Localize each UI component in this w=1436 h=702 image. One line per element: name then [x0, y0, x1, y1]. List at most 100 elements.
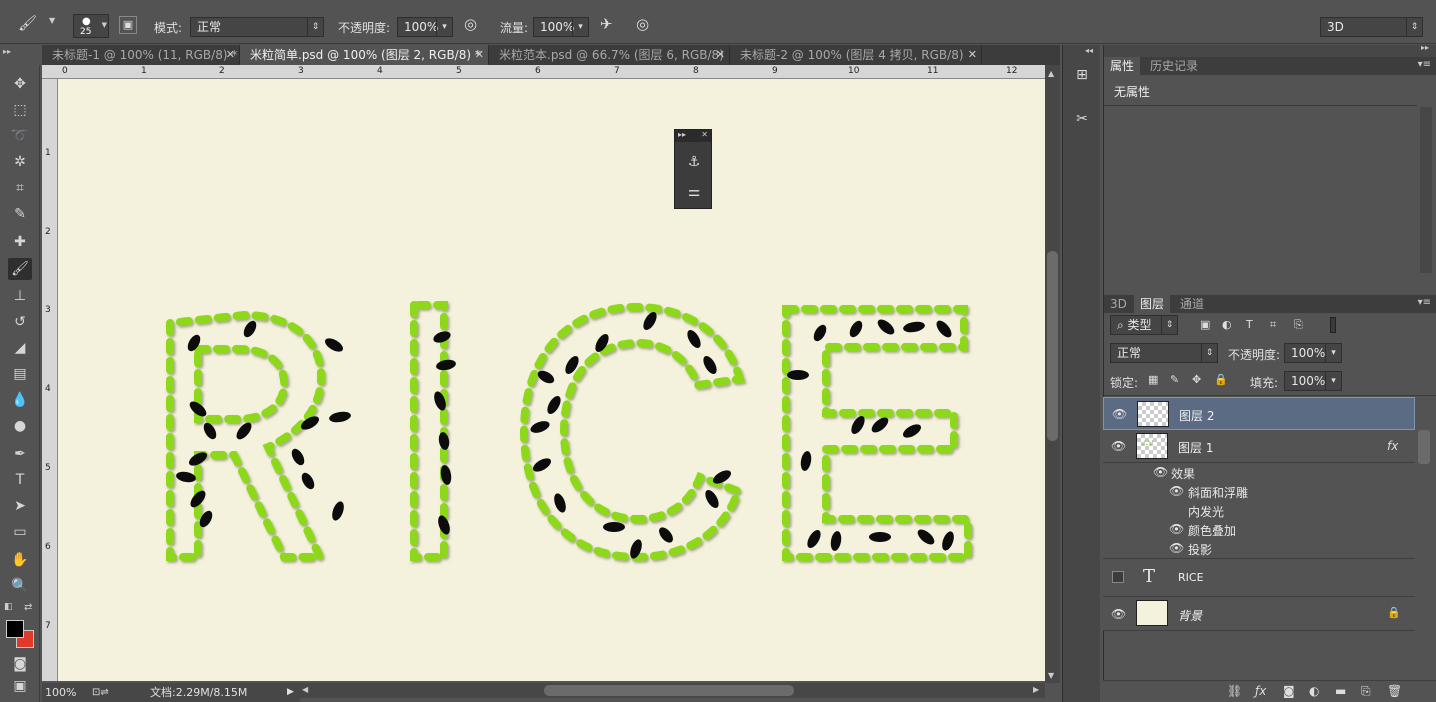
add-style-icon[interactable]: ƒx — [1255, 684, 1266, 698]
horizontal-scrollbar[interactable]: ◀ ▶ — [300, 683, 1045, 698]
filter-shape-icon[interactable]: ⌗ — [1270, 318, 1276, 332]
doc-tab-2[interactable]: 米粒简单.psd @ 100% (图层 2, RGB/8) * ✕ — [240, 45, 489, 65]
visibility-toggle-empty[interactable] — [1112, 571, 1124, 583]
layer-name[interactable]: RICE — [1178, 571, 1204, 584]
lock-position-icon[interactable]: ✥ — [1192, 373, 1201, 386]
link-layers-icon[interactable]: ⛓ — [1227, 684, 1242, 698]
doc-tab-4[interactable]: 未标题-2 @ 100% (图层 4 拷贝, RGB/8) ✕ — [730, 45, 982, 65]
tab-channels[interactable]: 通道 — [1174, 295, 1210, 313]
default-colors-icon[interactable]: ◧ — [4, 602, 13, 612]
screen-mode-icon[interactable]: ▣ — [8, 677, 32, 695]
opacity-input[interactable]: 100% ▾ — [397, 17, 453, 37]
tab-history[interactable]: 历史记录 — [1144, 57, 1204, 75]
tab-properties[interactable]: 属性 — [1104, 57, 1141, 75]
eraser-tool-icon[interactable]: ◢ — [8, 337, 32, 359]
layers-scroll-thumb[interactable] — [1418, 430, 1430, 464]
quick-mask-icon[interactable]: ◙ — [8, 653, 32, 675]
scroll-up-icon[interactable]: ▲ — [1048, 69, 1054, 78]
visibility-eye-icon[interactable]: 👁 — [1111, 607, 1126, 621]
zoom-level[interactable]: 100% — [45, 684, 76, 701]
layer-name[interactable]: 图层 1 — [1178, 439, 1213, 456]
effect-color-overlay[interactable]: 颜色叠加 — [1188, 522, 1236, 539]
flow-input[interactable]: 100% ▾ — [533, 17, 589, 37]
pressure-size-icon[interactable]: ◎ — [636, 15, 656, 35]
layer-name[interactable]: 背景 — [1178, 607, 1202, 624]
tab-layers[interactable]: 图层 — [1134, 295, 1171, 313]
scroll-thumb[interactable] — [1047, 251, 1058, 441]
collapse-icon[interactable]: ▸▸ — [1421, 43, 1429, 52]
visibility-eye-icon[interactable]: 👁 — [1112, 407, 1127, 421]
close-icon[interactable]: ✕ — [716, 45, 725, 65]
effect-inner-glow[interactable]: 内发光 — [1188, 503, 1224, 520]
eyedropper-tool-icon[interactable]: ✎ — [8, 203, 32, 225]
close-icon[interactable]: ✕ — [226, 45, 235, 65]
effect-bevel-emboss[interactable]: 斜面和浮雕 — [1188, 484, 1248, 501]
shape-tool-icon[interactable]: ▭ — [8, 521, 32, 543]
scroll-down-icon[interactable]: ▼ — [1048, 671, 1054, 680]
panel-menu-icon[interactable]: ▾≡ — [1418, 297, 1431, 308]
close-icon[interactable]: ✕ — [968, 45, 977, 65]
effect-drop-shadow[interactable]: 投影 — [1188, 541, 1212, 558]
chevron-down-icon[interactable]: ▾ — [572, 18, 588, 36]
move-tool-icon[interactable]: ✥ — [8, 73, 32, 95]
marquee-tool-icon[interactable]: ⬚ — [8, 99, 32, 121]
doc-tab-1[interactable]: 未标题-1 @ 100% (11, RGB/8) * ✕ — [42, 45, 240, 65]
expand-icon[interactable]: ◂◂ — [1085, 46, 1093, 55]
hand-tool-icon[interactable]: ✋ — [8, 549, 32, 571]
magic-wand-tool-icon[interactable]: ✲ — [8, 151, 32, 173]
brush-size-picker[interactable]: ● 25 ▼ — [73, 14, 109, 38]
brush-panel-toggle-icon[interactable]: ▣ — [119, 16, 137, 34]
foreground-color-swatch[interactable] — [6, 620, 24, 638]
filter-type-icon[interactable]: T — [1246, 318, 1253, 331]
tab-3d[interactable]: 3D — [1104, 295, 1133, 313]
crop-tool-icon[interactable]: ⌗ — [8, 177, 32, 199]
filter-pixel-icon[interactable]: ▣ — [1200, 318, 1210, 331]
status-menu-icon[interactable]: ▶ — [287, 684, 294, 701]
healing-brush-tool-icon[interactable]: ✚ — [8, 231, 32, 253]
brush-settings-icon[interactable]: ⚌ — [684, 184, 704, 204]
brush-tool-icon[interactable]: 🖌 — [18, 14, 44, 32]
tool-preset-dropdown-icon[interactable]: ▼ — [49, 16, 55, 25]
lock-transparency-icon[interactable]: ▦ — [1148, 373, 1158, 386]
gradient-tool-icon[interactable]: ▤ — [8, 363, 32, 385]
collapse-tools-icon[interactable]: ▸▸ — [0, 45, 42, 65]
visibility-eye-icon[interactable]: 👁 — [1153, 465, 1168, 479]
stamp-tool-icon[interactable]: ⊥ — [8, 285, 32, 307]
chevron-down-icon[interactable]: ▾ — [1325, 372, 1341, 390]
layer-opacity-input[interactable]: 100% ▾ — [1284, 343, 1342, 363]
chevron-down-icon[interactable]: ▾ — [436, 18, 452, 36]
chevron-down-icon[interactable]: ▾ — [1325, 344, 1341, 362]
visibility-eye-icon[interactable]: 👁 — [1169, 541, 1184, 555]
lock-pixels-icon[interactable]: ✎ — [1170, 373, 1179, 386]
panel-menu-icon[interactable]: ▾≡ — [1418, 59, 1431, 70]
tools-wrench-icon[interactable]: ✂ — [1072, 111, 1092, 131]
properties-scrollbar[interactable] — [1420, 107, 1432, 273]
blend-mode-select[interactable]: 正常 ⇕ — [1110, 343, 1218, 363]
blur-tool-icon[interactable]: 💧 — [8, 389, 32, 411]
visibility-eye-icon[interactable]: 👁 — [1169, 484, 1184, 498]
layer-row-layer1[interactable]: 👁 ∴∵ 图层 1 fx — [1103, 430, 1415, 463]
pen-tool-icon[interactable]: ✒ — [8, 443, 32, 465]
layer-row-layer2[interactable]: 👁 图层 2 — [1103, 397, 1415, 430]
new-layer-icon[interactable]: ⎘ — [1361, 684, 1371, 699]
filter-smart-object-icon[interactable]: ⎘ — [1294, 318, 1303, 332]
close-icon[interactable]: ✕ — [701, 130, 708, 139]
brush-tool-icon[interactable]: 🖌 — [8, 258, 32, 280]
pressure-opacity-icon[interactable]: ◎ — [464, 15, 484, 35]
layer-comps-icon[interactable]: ⊞ — [1072, 67, 1092, 87]
workspace-select[interactable]: 3D ⇕ — [1320, 17, 1423, 37]
filter-adjustment-icon[interactable]: ◐ — [1222, 318, 1232, 331]
document-canvas[interactable]: ▸▸ ✕ ⚓ ⚌ — [58, 79, 1045, 681]
fill-input[interactable]: 100% ▾ — [1284, 371, 1342, 391]
scroll-right-icon[interactable]: ▶ — [1033, 685, 1039, 694]
zoom-tool-icon[interactable]: 🔍 — [8, 575, 32, 597]
adjustment-layer-icon[interactable]: ◐ — [1309, 684, 1319, 698]
lasso-tool-icon[interactable]: ➰ — [8, 125, 32, 147]
delete-layer-icon[interactable]: 🗑 — [1387, 684, 1402, 698]
layer-filter-select[interactable]: ⌕ 类型 ⇕ — [1110, 315, 1178, 335]
lock-all-icon[interactable]: 🔒 — [1214, 373, 1228, 386]
history-brush-tool-icon[interactable]: ↺ — [8, 311, 32, 333]
dodge-tool-icon[interactable]: ● — [8, 415, 32, 437]
layer-name[interactable]: 图层 2 — [1179, 407, 1214, 424]
layer-row-rice-text[interactable]: T RICE — [1103, 559, 1415, 597]
